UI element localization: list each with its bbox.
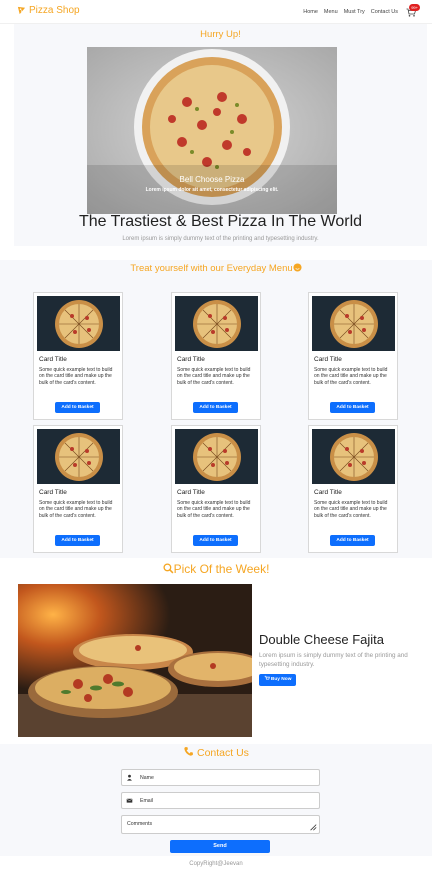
- phone-icon: [184, 747, 193, 756]
- contact-title-text: Contact Us: [196, 747, 249, 759]
- resize-handle-icon[interactable]: [309, 823, 317, 831]
- card-image: [37, 429, 120, 484]
- hero-section: Hurry Up! Bell Choose Pizza Lorem ipsum …: [14, 24, 427, 246]
- card-text: Some quick example text to build on the …: [177, 500, 251, 519]
- add-to-basket-button[interactable]: Add to Basket: [330, 535, 375, 546]
- nav-menu[interactable]: Menu: [324, 9, 338, 15]
- envelope-icon: [126, 798, 133, 803]
- send-button[interactable]: Send: [170, 840, 270, 853]
- menu-title-text: Treat yourself with our Everyday Menu: [130, 263, 293, 274]
- card-title: Card Title: [39, 356, 67, 363]
- name-field[interactable]: Name: [121, 769, 320, 786]
- add-to-basket-button[interactable]: Add to Basket: [55, 535, 100, 546]
- menu-card: Card Title Some quick example text to bu…: [308, 292, 398, 420]
- hurry-heading: Hurry Up!: [200, 29, 241, 40]
- hero-carousel[interactable]: Bell Choose Pizza Lorem ipsum dolor sit …: [87, 47, 337, 214]
- menu-section: Treat yourself with our Everyday Menu Ca…: [0, 260, 432, 558]
- add-to-basket-button[interactable]: Add to Basket: [330, 402, 375, 413]
- hero-title: The Trastiest & Best Pizza In The World: [78, 213, 363, 230]
- user-icon: [127, 774, 132, 781]
- nav-contact[interactable]: Contact Us: [371, 9, 398, 15]
- card-image: [312, 296, 395, 351]
- brand-name: Pizza Shop: [29, 5, 80, 16]
- email-placeholder: Email: [140, 798, 153, 804]
- comments-field[interactable]: Comments: [121, 815, 320, 834]
- card-title: Card Title: [314, 356, 342, 363]
- card-title: Card Title: [177, 489, 205, 496]
- menu-card: Card Title Some quick example text to bu…: [33, 425, 123, 553]
- menu-card: Card Title Some quick example text to bu…: [171, 425, 261, 553]
- pick-title: Pick Of the Week!: [0, 562, 432, 576]
- card-text: Some quick example text to build on the …: [39, 500, 113, 519]
- carousel-caption-title: Bell Choose Pizza: [179, 175, 245, 184]
- smiley-icon: [293, 263, 302, 272]
- card-title: Card Title: [314, 489, 342, 496]
- card-text: Some quick example text to build on the …: [39, 367, 113, 386]
- email-field[interactable]: Email: [121, 792, 320, 809]
- card-text: Some quick example text to build on the …: [314, 367, 388, 386]
- cart-count-badge: 99+: [409, 4, 420, 11]
- comments-placeholder: Comments: [127, 821, 153, 827]
- pick-description: Lorem ipsum is simply dummy text of the …: [259, 652, 408, 668]
- nav-home[interactable]: Home: [303, 9, 318, 15]
- card-image: [175, 429, 258, 484]
- search-icon: [163, 563, 174, 574]
- card-image: [37, 296, 120, 351]
- menu-card: Card Title Some quick example text to bu…: [171, 292, 261, 420]
- card-image: [175, 296, 258, 351]
- add-to-basket-button[interactable]: Add to Basket: [55, 402, 100, 413]
- add-to-basket-button[interactable]: Add to Basket: [193, 535, 238, 546]
- carousel-caption-text: Lorem ipsum dolor sit amet, consectetur …: [145, 187, 279, 193]
- footer-copyright: CopyRight@Jeevan: [189, 861, 243, 867]
- buy-now-button[interactable]: Buy Now: [259, 674, 296, 686]
- menu-card: Card Title Some quick example text to bu…: [33, 292, 123, 420]
- nav-must-try[interactable]: Must Try: [344, 9, 365, 15]
- menu-card: Card Title Some quick example text to bu…: [308, 425, 398, 553]
- contact-section: Contact Us Name Email Comments Send: [0, 744, 432, 856]
- nav-links: Home Menu Must Try Contact Us: [303, 9, 398, 15]
- menu-title: Treat yourself with our Everyday Menu: [0, 263, 432, 274]
- pick-name: Double Cheese Fajita: [259, 632, 385, 647]
- buy-now-label: Buy Now: [270, 677, 292, 682]
- pick-title-text: Pick Of the Week!: [173, 562, 270, 576]
- add-to-basket-button[interactable]: Add to Basket: [193, 402, 238, 413]
- name-placeholder: Name: [140, 775, 154, 781]
- card-title: Card Title: [39, 489, 67, 496]
- cart-icon: [264, 675, 270, 680]
- contact-title: Contact Us: [0, 746, 432, 759]
- card-title: Card Title: [177, 356, 205, 363]
- card-text: Some quick example text to build on the …: [177, 367, 251, 386]
- navbar: Pizza Shop Home Menu Must Try Contact Us…: [0, 0, 432, 24]
- hero-subtitle: Lorem ipsum is simply dummy text of the …: [122, 236, 319, 242]
- brand-link[interactable]: Pizza Shop: [17, 5, 80, 16]
- card-text: Some quick example text to build on the …: [314, 500, 388, 519]
- pick-image: [18, 584, 252, 737]
- pizza-slice-icon: [17, 6, 26, 15]
- card-image: [312, 429, 395, 484]
